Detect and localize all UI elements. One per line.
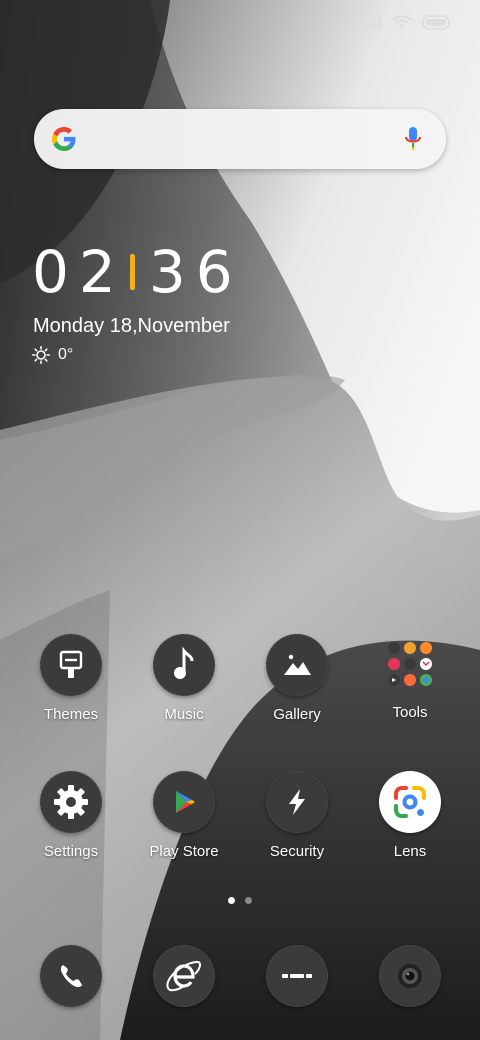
google-lens-icon: [379, 771, 441, 833]
mountain-image-icon: [266, 634, 328, 696]
temperature-label: 0°: [58, 346, 74, 363]
app-label: Music: [164, 706, 204, 723]
date-label: Monday 18,November: [33, 315, 230, 337]
app-gallery[interactable]: Gallery: [241, 634, 353, 723]
paintbrush-icon: [40, 634, 102, 696]
clock-widget[interactable]: 02 36: [32, 240, 243, 304]
page-dot-active[interactable]: [228, 897, 235, 904]
dock-camera[interactable]: [354, 945, 466, 1007]
app-lens[interactable]: Lens: [354, 771, 466, 860]
dock-messages[interactable]: [241, 945, 353, 1007]
app-label: Gallery: [273, 706, 321, 723]
google-search-bar[interactable]: [34, 109, 446, 169]
app-label: Play Store: [149, 843, 219, 860]
clock-hours: 02: [32, 238, 126, 306]
app-themes[interactable]: Themes: [15, 634, 127, 723]
messages-icon: [266, 945, 328, 1007]
status-bar: [362, 12, 452, 32]
lightning-bolt-icon: [266, 771, 328, 833]
app-play-store[interactable]: Play Store: [128, 771, 240, 860]
dock-phone[interactable]: [15, 945, 127, 1007]
browser-icon: [153, 945, 215, 1007]
sun-icon: [32, 346, 50, 364]
signal-icon: [362, 15, 381, 29]
clock-separator: [129, 254, 135, 290]
phone-icon: [40, 945, 102, 1007]
microphone-icon[interactable]: [404, 125, 422, 153]
folder-grid-icon: [380, 634, 440, 694]
page-dot[interactable]: [245, 897, 252, 904]
camera-icon: [379, 945, 441, 1007]
weather-widget[interactable]: 0°: [32, 346, 73, 364]
app-label: Settings: [43, 843, 99, 860]
gear-icon: [40, 771, 102, 833]
play-store-icon: [153, 771, 215, 833]
clock-minutes: 36: [148, 238, 243, 306]
app-tools-folder[interactable]: Tools: [354, 634, 466, 721]
app-security[interactable]: Security: [241, 771, 353, 860]
wifi-icon: [392, 14, 412, 30]
app-label: Security: [269, 843, 325, 860]
app-label: Lens: [393, 843, 427, 860]
battery-icon: [422, 14, 450, 30]
music-note-icon: [153, 634, 215, 696]
dock-browser[interactable]: [128, 945, 240, 1007]
app-music[interactable]: Music: [128, 634, 240, 723]
app-label: Tools: [392, 704, 428, 721]
app-label: Themes: [43, 706, 99, 723]
app-settings[interactable]: Settings: [15, 771, 127, 860]
page-indicator[interactable]: [228, 897, 252, 904]
google-g-icon: [52, 127, 76, 151]
